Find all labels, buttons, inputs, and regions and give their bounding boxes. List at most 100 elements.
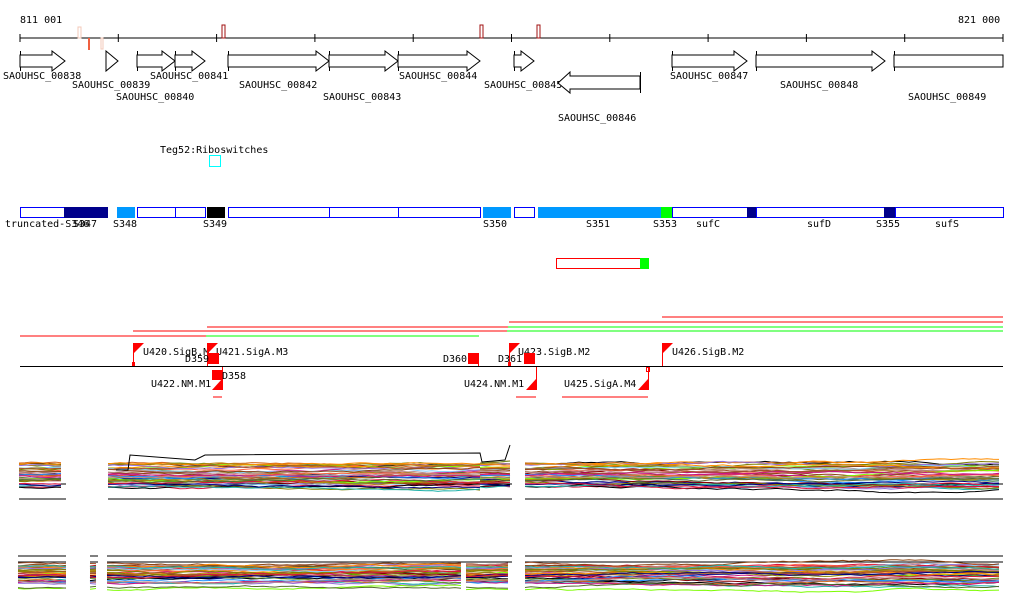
gene-SAOUHSC_00848[interactable]: SAOUHSC_00848 xyxy=(755,49,886,91)
expression-trace xyxy=(89,585,97,588)
segment-label: sufD xyxy=(807,219,831,230)
gene-label: SAOUHSC_00845 xyxy=(484,80,562,91)
expression-trace xyxy=(17,565,67,568)
expression-trace xyxy=(17,561,67,565)
expression-trace xyxy=(479,470,511,473)
segment-block[interactable] xyxy=(228,207,330,218)
flag-U426[interactable]: U426.SigB.M2 xyxy=(662,343,744,366)
segment-block[interactable] xyxy=(137,207,176,218)
expression-trace xyxy=(19,470,62,472)
gene-label: SAOUHSC_00849 xyxy=(908,92,986,103)
transcript-box[interactable] xyxy=(556,258,650,269)
segment-label: sufC xyxy=(696,219,720,230)
gene-SAOUHSC_00846[interactable]: SAOUHSC_00846 xyxy=(557,70,641,124)
segment-block[interactable] xyxy=(483,207,511,218)
segment-block[interactable] xyxy=(672,207,748,218)
transcript-lines xyxy=(20,316,1003,337)
gene-label: SAOUHSC_00839 xyxy=(72,80,150,91)
riboswitch-box[interactable] xyxy=(209,155,221,167)
svg-text:U421.SigA.M3: U421.SigA.M3 xyxy=(216,347,288,358)
box-D358[interactable]: D358 xyxy=(212,370,246,382)
gene-arrow[interactable] xyxy=(328,49,399,73)
segment-block[interactable] xyxy=(514,207,535,218)
gene-label: SAOUHSC_00842 xyxy=(239,80,317,91)
expression-trace xyxy=(89,588,97,590)
svg-text:U422.NM.M1: U422.NM.M1 xyxy=(151,379,211,390)
feature-track: U420.SigB.M U421.SigA.M3 U423.SigB.M2 U4… xyxy=(20,343,1003,398)
flag-U422[interactable]: U422.NM.M1 xyxy=(151,367,223,398)
segment-label: S350 xyxy=(483,219,507,230)
gene-arrow[interactable] xyxy=(136,49,176,73)
box-D361[interactable]: D361 xyxy=(498,353,535,365)
segment-label: S355 xyxy=(876,219,900,230)
svg-text:U426.SigB.M2: U426.SigB.M2 xyxy=(672,347,744,358)
gene-SAOUHSC_00844[interactable]: SAOUHSC_00844 xyxy=(397,49,481,82)
expression-trace xyxy=(89,579,97,582)
segment-label: S353 xyxy=(653,219,677,230)
segment-block[interactable] xyxy=(329,207,399,218)
gene-arrow[interactable] xyxy=(227,49,330,73)
segment-label: sufS xyxy=(935,219,959,230)
segment-block[interactable] xyxy=(661,207,673,218)
genome-browser-view: 811 001 821 000 SAOUHSC_00838SAOUHSC_008… xyxy=(3,15,1004,593)
segment-block[interactable] xyxy=(884,207,896,218)
gene-label: SAOUHSC_00844 xyxy=(399,71,477,82)
segment-block[interactable] xyxy=(175,207,206,218)
segment-block[interactable] xyxy=(20,207,65,218)
segment-block[interactable] xyxy=(747,207,757,218)
gene-arrow[interactable] xyxy=(174,49,206,73)
gene-label: SAOUHSC_00846 xyxy=(558,113,636,124)
segment-block[interactable] xyxy=(117,207,135,218)
expression-trace xyxy=(479,469,511,471)
gene-label: SAOUHSC_00841 xyxy=(150,71,228,82)
segment-block[interactable] xyxy=(64,207,108,218)
expression-trace xyxy=(524,587,1000,593)
gene-SAOUHSC_00843[interactable]: SAOUHSC_00843 xyxy=(323,49,401,103)
gene-arrow[interactable] xyxy=(557,70,641,95)
segment-block[interactable] xyxy=(756,207,885,218)
flag-U425[interactable]: U425.SigA.M4 xyxy=(562,367,650,398)
gene-arrow[interactable] xyxy=(755,49,886,73)
gene-arrow[interactable] xyxy=(105,49,119,73)
gene-arrow[interactable] xyxy=(397,49,481,73)
riboswitch-label: Teg52:Riboswitches xyxy=(160,145,268,156)
gene-arrow[interactable] xyxy=(19,49,66,73)
gene-track: SAOUHSC_00838SAOUHSC_00839SAOUHSC_00840 S… xyxy=(3,49,1004,124)
expression-trace xyxy=(479,474,511,477)
flag-U424[interactable]: U424.NM.M1 xyxy=(464,367,537,398)
flag-U421[interactable]: U421.SigA.M3 xyxy=(207,343,288,366)
gene-SAOUHSC_00847[interactable]: SAOUHSC_00847 xyxy=(670,49,748,82)
segment-block[interactable] xyxy=(538,207,662,218)
segment-block[interactable] xyxy=(895,207,1004,218)
segment-label: S349 xyxy=(203,219,227,230)
segment-label: S348 xyxy=(113,219,137,230)
marker-darkred[interactable] xyxy=(479,24,484,39)
gene-SAOUHSC_00849[interactable]: SAOUHSC_00849 xyxy=(893,51,1004,103)
ruler-end-label: 821 000 xyxy=(958,15,1000,26)
svg-text:U424.NM.M1: U424.NM.M1 xyxy=(464,379,524,390)
gene-arrow[interactable] xyxy=(671,49,748,73)
marker-pale[interactable] xyxy=(100,37,104,50)
expression-trace xyxy=(89,576,97,579)
ruler-start-label: 811 001 xyxy=(20,15,62,26)
gene-SAOUHSC_00845[interactable]: SAOUHSC_00845 xyxy=(484,49,562,91)
marker-darkred[interactable] xyxy=(536,24,541,39)
gene-SAOUHSC_00842[interactable]: SAOUHSC_00842 xyxy=(227,49,330,91)
gene-arrow[interactable] xyxy=(893,54,1004,68)
box-D360[interactable]: D360 xyxy=(443,353,479,366)
segment-label: S351 xyxy=(586,219,610,230)
segment-block[interactable] xyxy=(207,207,225,218)
gene-SAOUHSC_00838[interactable]: SAOUHSC_00838 xyxy=(3,49,81,82)
marker-red[interactable] xyxy=(88,38,90,50)
gene-arrow[interactable] xyxy=(513,49,535,73)
riboswitch-track: Teg52:Riboswitches xyxy=(160,145,268,167)
marker-darkred[interactable] xyxy=(221,24,226,39)
gene-label: SAOUHSC_00840 xyxy=(116,92,194,103)
marker-pale[interactable] xyxy=(77,26,82,39)
box-D359[interactable]: D359 xyxy=(185,353,219,365)
svg-text:D360: D360 xyxy=(443,354,467,365)
expression-panel-1 xyxy=(18,444,1003,500)
expression-trace xyxy=(480,467,511,470)
segment-block[interactable] xyxy=(398,207,481,218)
expression-trace xyxy=(465,588,509,591)
